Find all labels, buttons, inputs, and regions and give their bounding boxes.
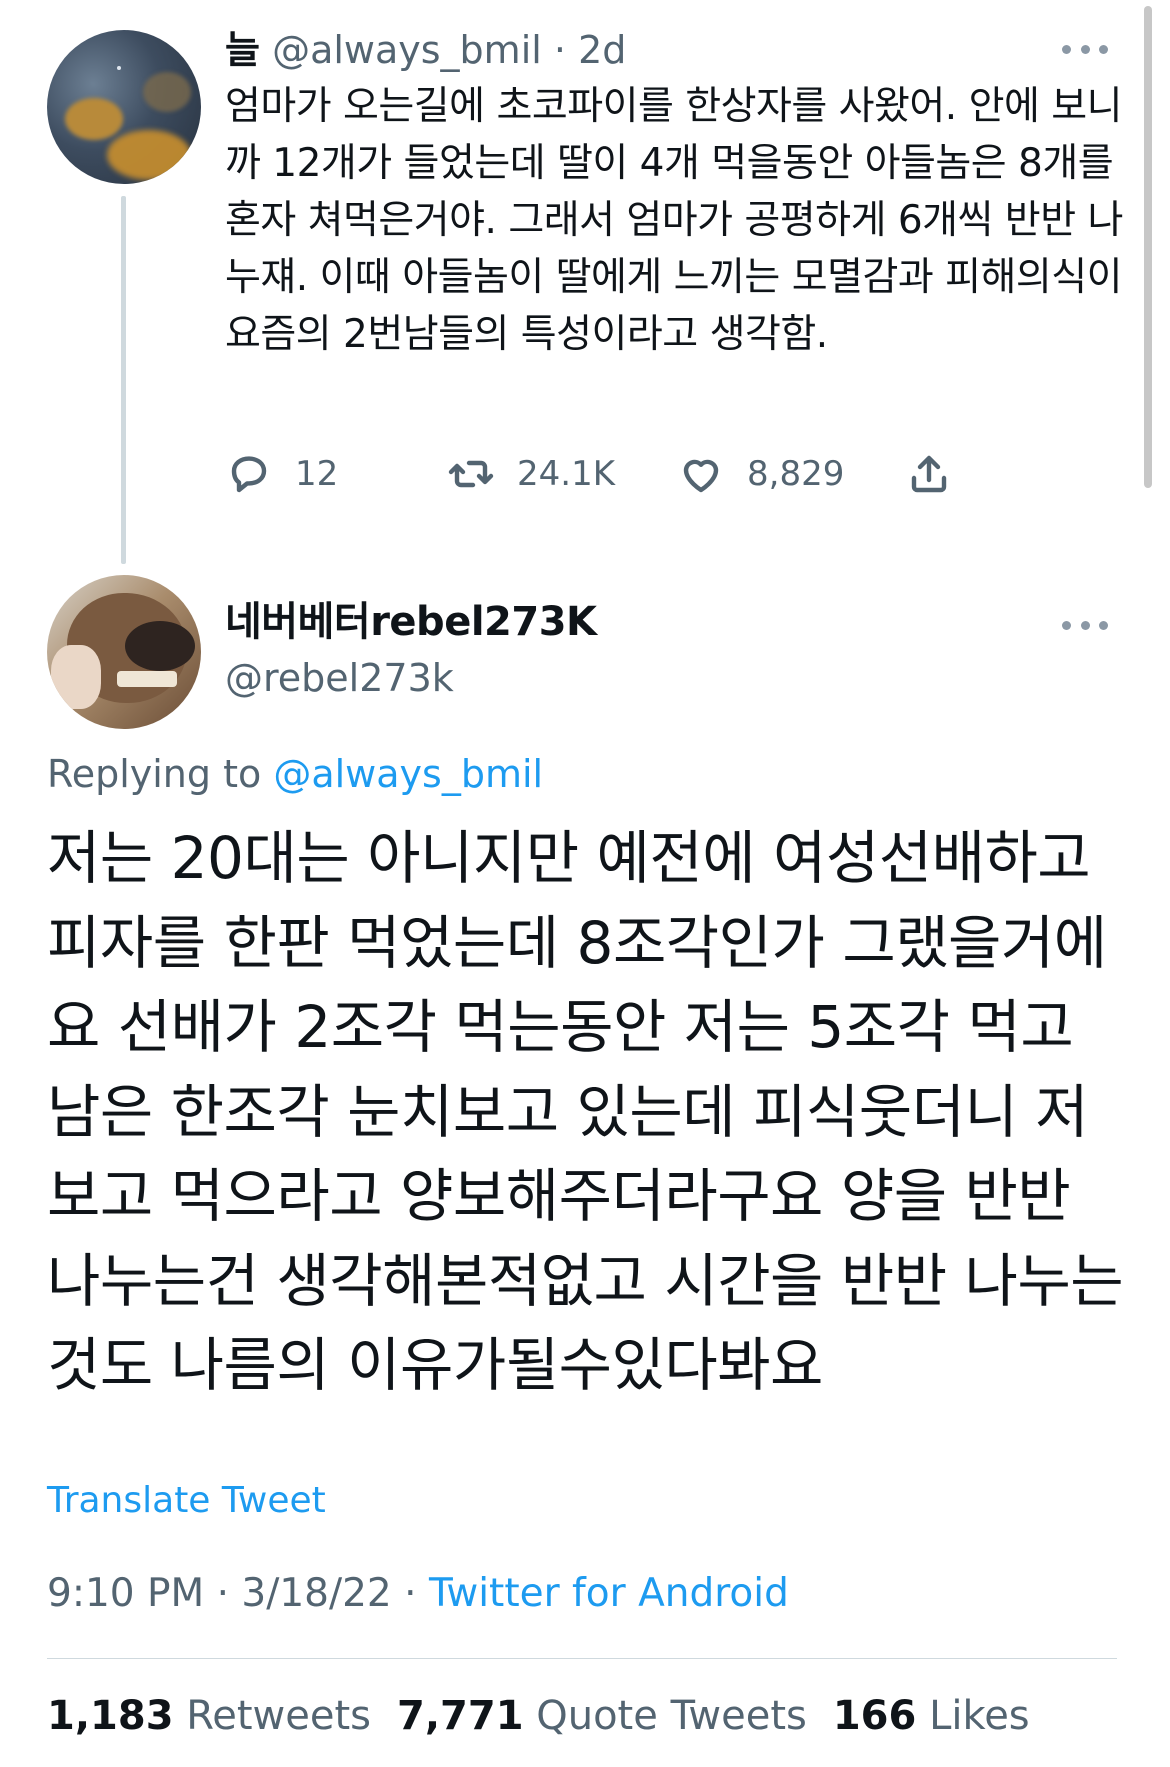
share-icon xyxy=(911,455,947,493)
parent-avatar[interactable] xyxy=(47,30,201,184)
retweet-icon xyxy=(448,460,494,488)
tweet-meta: 9:10 PM · 3/18/22 · Twitter for Android xyxy=(47,1567,789,1621)
likes-label: Likes xyxy=(929,1693,1030,1739)
author-display-name[interactable]: 네버베터rebel273K xyxy=(225,596,597,648)
quotes-count: 7,771 xyxy=(397,1693,524,1739)
like-icon xyxy=(683,459,719,493)
retweets-label: Retweets xyxy=(186,1693,371,1739)
parent-time[interactable]: 2d xyxy=(578,28,626,72)
parent-tweet-text: 엄마가 오는길에 초코파이를 한상자를 사왔어. 안에 보니까 12개가 들었는… xyxy=(225,84,1123,357)
reply-count: 12 xyxy=(295,454,339,494)
author-avatar[interactable] xyxy=(47,575,201,729)
like-button[interactable]: 8,829 xyxy=(677,450,844,498)
scrollbar[interactable] xyxy=(1144,6,1152,488)
parent-handle[interactable]: @always_bmil xyxy=(272,28,542,72)
parent-tweet-actions: 12 24.1K 8,829 xyxy=(225,448,985,500)
tweet-date[interactable]: 3/18/22 xyxy=(241,1571,391,1616)
replying-to: Replying to @always_bmil xyxy=(47,747,543,801)
parent-tweet-header: 늘 @always_bmil · 2d xyxy=(225,24,626,76)
author-handle[interactable]: @rebel273k xyxy=(225,652,454,704)
translate-tweet-link[interactable]: Translate Tweet xyxy=(47,1476,326,1526)
retweets-count: 1,183 xyxy=(47,1693,174,1739)
retweet-button[interactable]: 24.1K xyxy=(447,450,615,498)
like-count: 8,829 xyxy=(747,454,845,494)
quotes-label: Quote Tweets xyxy=(536,1693,807,1739)
tweet-stats: 1,183 Retweets 7,771 Quote Tweets 166 Like… xyxy=(47,1688,1030,1744)
meta-separator: · xyxy=(216,1571,229,1616)
share-button[interactable] xyxy=(905,450,953,498)
meta-separator: · xyxy=(404,1571,417,1616)
more-icon[interactable] xyxy=(1062,619,1108,631)
likes-stat[interactable]: 166 Likes xyxy=(833,1693,1030,1739)
thread-line xyxy=(121,196,126,564)
replying-mention-link[interactable]: @always_bmil xyxy=(273,752,543,796)
quotes-stat[interactable]: 7,771 Quote Tweets xyxy=(397,1693,807,1739)
tweet-source-link[interactable]: Twitter for Android xyxy=(429,1571,789,1616)
retweet-count: 24.1K xyxy=(517,454,615,494)
retweets-stat[interactable]: 1,183 Retweets xyxy=(47,1693,371,1739)
header-separator: · xyxy=(553,28,566,72)
replying-label: Replying to xyxy=(47,752,262,796)
reply-button[interactable]: 12 xyxy=(225,450,338,498)
more-icon[interactable] xyxy=(1062,43,1108,55)
tweet-time[interactable]: 9:10 PM xyxy=(47,1571,204,1616)
likes-count: 166 xyxy=(832,1693,917,1739)
reply-icon xyxy=(231,456,267,493)
tweet-text: 저는 20대는 아니지만 예전에 여성선배하고 피자를 한판 먹었는데 8조각인… xyxy=(47,824,1124,1399)
divider xyxy=(47,1658,1117,1659)
parent-display-name[interactable]: 늘 xyxy=(225,28,260,72)
